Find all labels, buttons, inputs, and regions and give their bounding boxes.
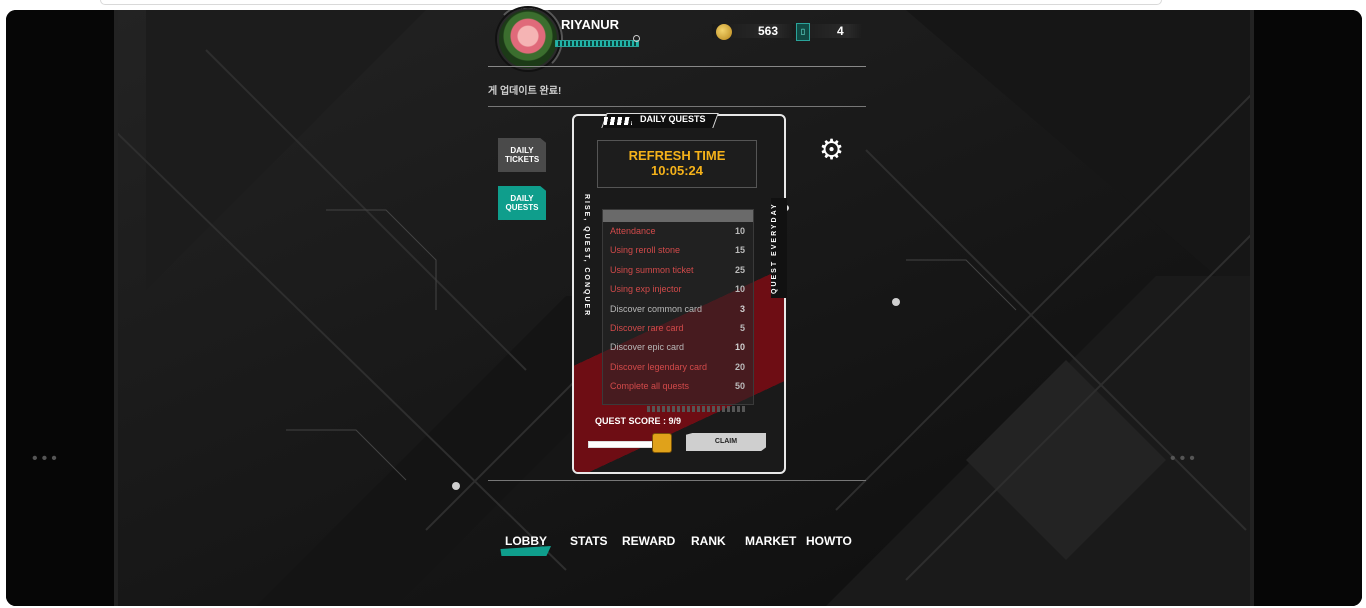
tab-daily-tickets[interactable]: DAILY TICKETS: [498, 138, 546, 172]
quest-name: Attendance: [610, 226, 656, 236]
quest-points: 10: [734, 284, 745, 295]
quest-list-header: [603, 210, 753, 222]
quest-name: Discover epic card: [610, 342, 685, 353]
notice-divider: [488, 106, 866, 107]
nav-howto[interactable]: HOWTO: [806, 534, 852, 548]
quest-points: 3: [739, 303, 745, 314]
notice-text: 게 업데이트 완료!: [488, 86, 562, 97]
ticket-count: 4: [837, 24, 844, 38]
quest-row: Discover rare card 5: [603, 319, 753, 338]
quest-row: Using summon ticket 25: [603, 261, 753, 280]
coin-icon: [716, 24, 732, 40]
nav-reward[interactable]: REWARD: [622, 534, 675, 548]
right-side-panel: [1254, 10, 1362, 606]
refresh-time: 10:05:24: [650, 163, 704, 178]
nav-market[interactable]: MARKET: [745, 534, 796, 548]
quest-points: 25: [734, 264, 745, 275]
quest-name: Discover rare card: [610, 322, 684, 333]
quest-points: 5: [739, 322, 745, 333]
tab-daily-tickets-label: DAILY TICKETS: [505, 146, 540, 164]
left-side-panel: [6, 10, 114, 606]
browser-top-edge: [100, 0, 1162, 5]
card-right-vertical-text: QUEST EVERYDAY: [771, 198, 787, 298]
quest-list: Attendance 10 Using reroll stone 15 Using su…: [602, 209, 754, 405]
quest-row: Discover legendary card 20: [603, 358, 753, 377]
quest-points: 15: [734, 245, 745, 256]
xp-indicator: [633, 35, 640, 42]
chest-icon: [652, 433, 672, 453]
quest-name: Using summon ticket: [610, 264, 694, 275]
score-progress-bar: [588, 441, 656, 448]
quest-row: Using exp injector 10: [603, 280, 753, 299]
right-dots: •••: [1170, 450, 1199, 467]
quest-row: Discover common card 3: [603, 300, 753, 319]
nav-stats[interactable]: STATS: [570, 534, 608, 548]
quest-row: Using reroll stone 15: [603, 241, 753, 260]
quest-points: 10: [734, 342, 745, 353]
claim-button[interactable]: CLAIM: [686, 433, 766, 451]
quest-points: 20: [734, 361, 745, 372]
nav-rank[interactable]: RANK: [691, 534, 726, 548]
quest-name: Discover legendary card: [610, 361, 708, 372]
coin-count: 563: [758, 24, 779, 38]
quest-name: Discover common card: [610, 303, 703, 314]
left-dots: •••: [32, 450, 61, 467]
refresh-box: REFRESH TIME 10:05:24: [597, 140, 757, 188]
score-progress-fill: [589, 442, 655, 447]
quest-name: Complete all quests: [610, 381, 690, 392]
xp-bar: [555, 40, 639, 47]
gear-icon[interactable]: ⚙: [819, 136, 844, 164]
quest-row: Complete all quests 50: [603, 377, 753, 396]
header-divider: [488, 66, 866, 67]
card-left-vertical-text: RISE, QUEST, CONQUER: [583, 194, 590, 318]
card-bottom-divider: [488, 480, 866, 481]
avatar[interactable]: [497, 8, 559, 70]
quest-points: 10: [734, 226, 745, 236]
ticket-icon: ▯: [796, 23, 810, 41]
nav-lobby[interactable]: LOBBY: [505, 534, 547, 548]
quest-name: Using reroll stone: [610, 245, 681, 256]
quest-points: 50: [734, 381, 745, 392]
quest-score: QUEST SCORE : 9/9: [595, 416, 682, 426]
quest-row: Attendance 10: [603, 222, 753, 241]
quest-row: Discover epic card 10: [603, 338, 753, 357]
refresh-label: REFRESH TIME: [628, 148, 726, 163]
tab-daily-quests[interactable]: DAILY QUESTS: [498, 186, 546, 220]
card-stripes: [604, 117, 632, 125]
quest-name: Using exp injector: [610, 284, 682, 295]
quest-list-dots: [647, 406, 747, 412]
card-title: DAILY QUESTS: [640, 114, 706, 124]
username: RIYANUR: [561, 17, 620, 32]
tab-daily-quests-label: DAILY QUESTS: [505, 194, 539, 212]
